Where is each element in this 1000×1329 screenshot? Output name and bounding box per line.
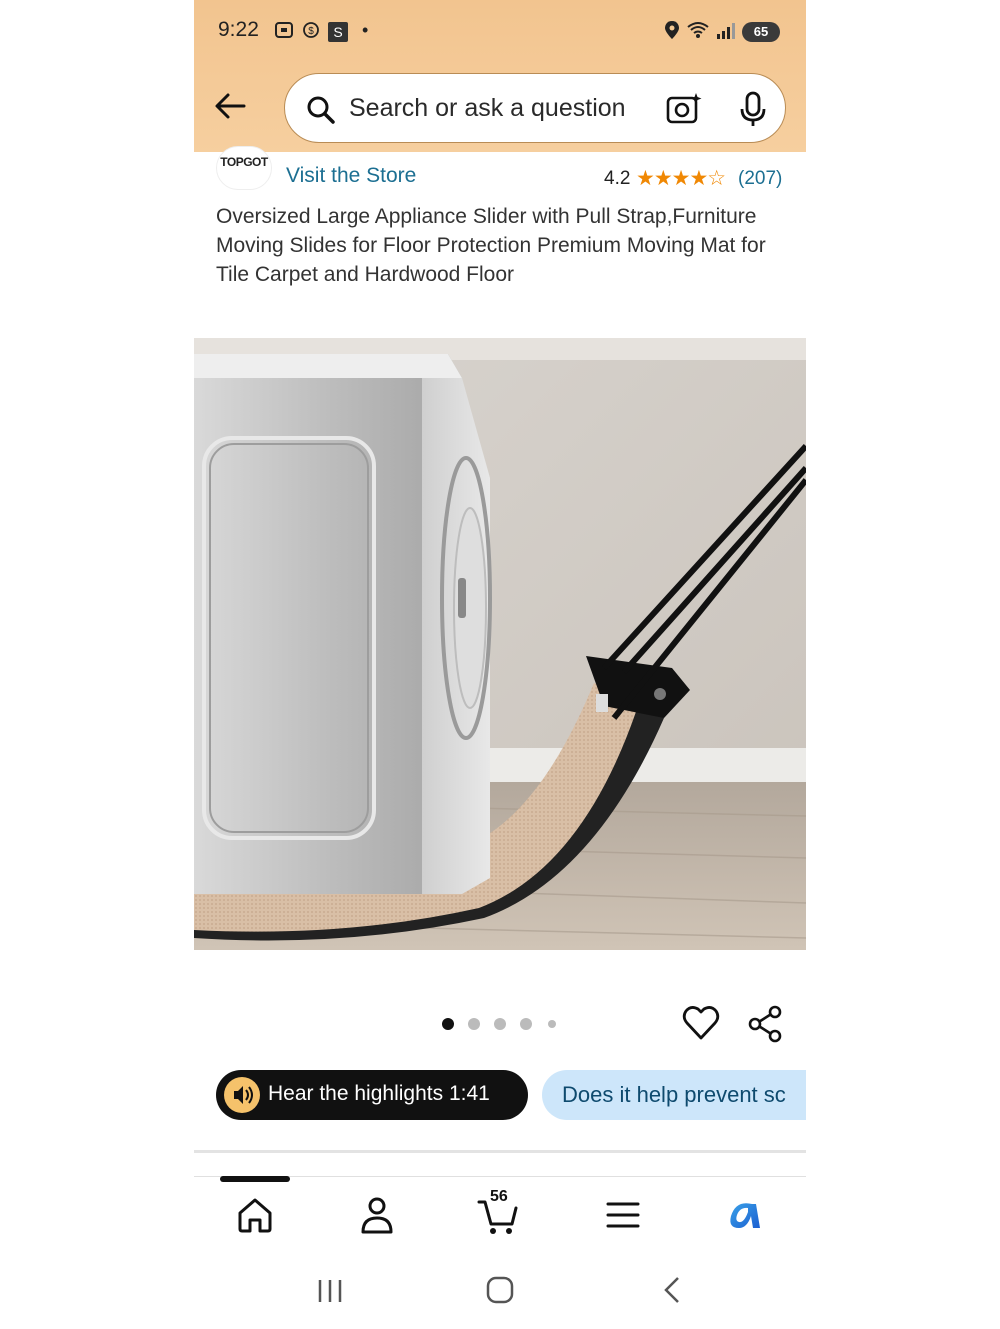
money-icon: $ bbox=[302, 20, 320, 46]
back-button[interactable] bbox=[210, 86, 250, 126]
carousel-dot[interactable] bbox=[442, 1018, 454, 1030]
back-chevron-icon bbox=[664, 1277, 679, 1303]
product-title: Oversized Large Appliance Slider with Pu… bbox=[216, 205, 766, 286]
signal-icon bbox=[716, 20, 738, 46]
recent-apps-icon bbox=[318, 1280, 342, 1302]
status-bar: 9:22 $ S • 65 bbox=[194, 0, 806, 62]
back-system-button[interactable] bbox=[650, 1270, 694, 1310]
screenshot-icon bbox=[274, 20, 294, 46]
camera-search-icon[interactable] bbox=[665, 90, 703, 133]
home-system-button[interactable] bbox=[478, 1270, 522, 1310]
menu-icon bbox=[606, 1202, 640, 1228]
brand-logo[interactable]: TOPGOT bbox=[216, 146, 272, 190]
speaker-icon bbox=[224, 1077, 260, 1113]
rating-value: 4.2 bbox=[604, 168, 631, 189]
brand-row: TOPGOT Visit the Store 4.2 ★★★★☆ (207) bbox=[194, 146, 806, 198]
search-bar[interactable] bbox=[284, 73, 786, 143]
nav-account[interactable] bbox=[354, 1192, 400, 1238]
section-divider bbox=[194, 1150, 806, 1153]
visit-store-link[interactable]: Visit the Store bbox=[286, 164, 416, 188]
carousel-dot[interactable] bbox=[520, 1018, 532, 1030]
product-image[interactable] bbox=[194, 338, 806, 950]
carousel-dot[interactable] bbox=[494, 1018, 506, 1030]
nav-cart[interactable]: 56 bbox=[476, 1188, 522, 1238]
notification-app-icon: S bbox=[328, 22, 348, 42]
recent-apps-button[interactable] bbox=[308, 1270, 352, 1310]
nav-home[interactable] bbox=[232, 1192, 278, 1238]
home-system-icon bbox=[486, 1276, 514, 1304]
product-image-graphic bbox=[194, 338, 806, 950]
battery-indicator: 65 bbox=[742, 22, 780, 42]
carousel-dot[interactable] bbox=[548, 1020, 556, 1028]
hear-highlights-label: Hear the highlights 1:41 bbox=[268, 1082, 490, 1105]
wifi-icon bbox=[686, 20, 712, 46]
carousel-dot[interactable] bbox=[468, 1018, 480, 1030]
question-chip[interactable]: Does it help prevent sc bbox=[542, 1070, 806, 1120]
question-chip-label: Does it help prevent sc bbox=[562, 1082, 786, 1107]
rufus-icon bbox=[730, 1203, 760, 1228]
phone-screen: 9:22 $ S • 65 Search or ask a question T… bbox=[194, 0, 806, 1329]
microphone-icon[interactable] bbox=[737, 90, 769, 133]
account-icon bbox=[361, 1197, 393, 1234]
active-tab-indicator bbox=[220, 1176, 290, 1182]
rating-stars[interactable]: ★★★★☆ bbox=[636, 166, 726, 191]
hear-highlights-button[interactable]: Hear the highlights 1:41 bbox=[216, 1070, 528, 1120]
notification-dot-icon: • bbox=[362, 20, 369, 40]
review-count-link[interactable]: (207) bbox=[738, 168, 782, 190]
app-header: 9:22 $ S • 65 bbox=[194, 0, 806, 152]
svg-text:$: $ bbox=[308, 26, 314, 37]
location-icon bbox=[664, 20, 680, 46]
search-input[interactable] bbox=[349, 88, 649, 128]
status-time: 9:22 bbox=[218, 18, 259, 41]
heart-icon[interactable] bbox=[682, 1005, 720, 1046]
home-icon bbox=[238, 1198, 272, 1233]
share-icon[interactable] bbox=[746, 1005, 784, 1048]
search-icon[interactable] bbox=[305, 94, 337, 131]
cart-count-badge: 56 bbox=[490, 1188, 508, 1205]
nav-menu[interactable] bbox=[600, 1192, 646, 1238]
nav-rufus[interactable] bbox=[722, 1192, 768, 1238]
back-arrow-icon bbox=[215, 93, 246, 119]
